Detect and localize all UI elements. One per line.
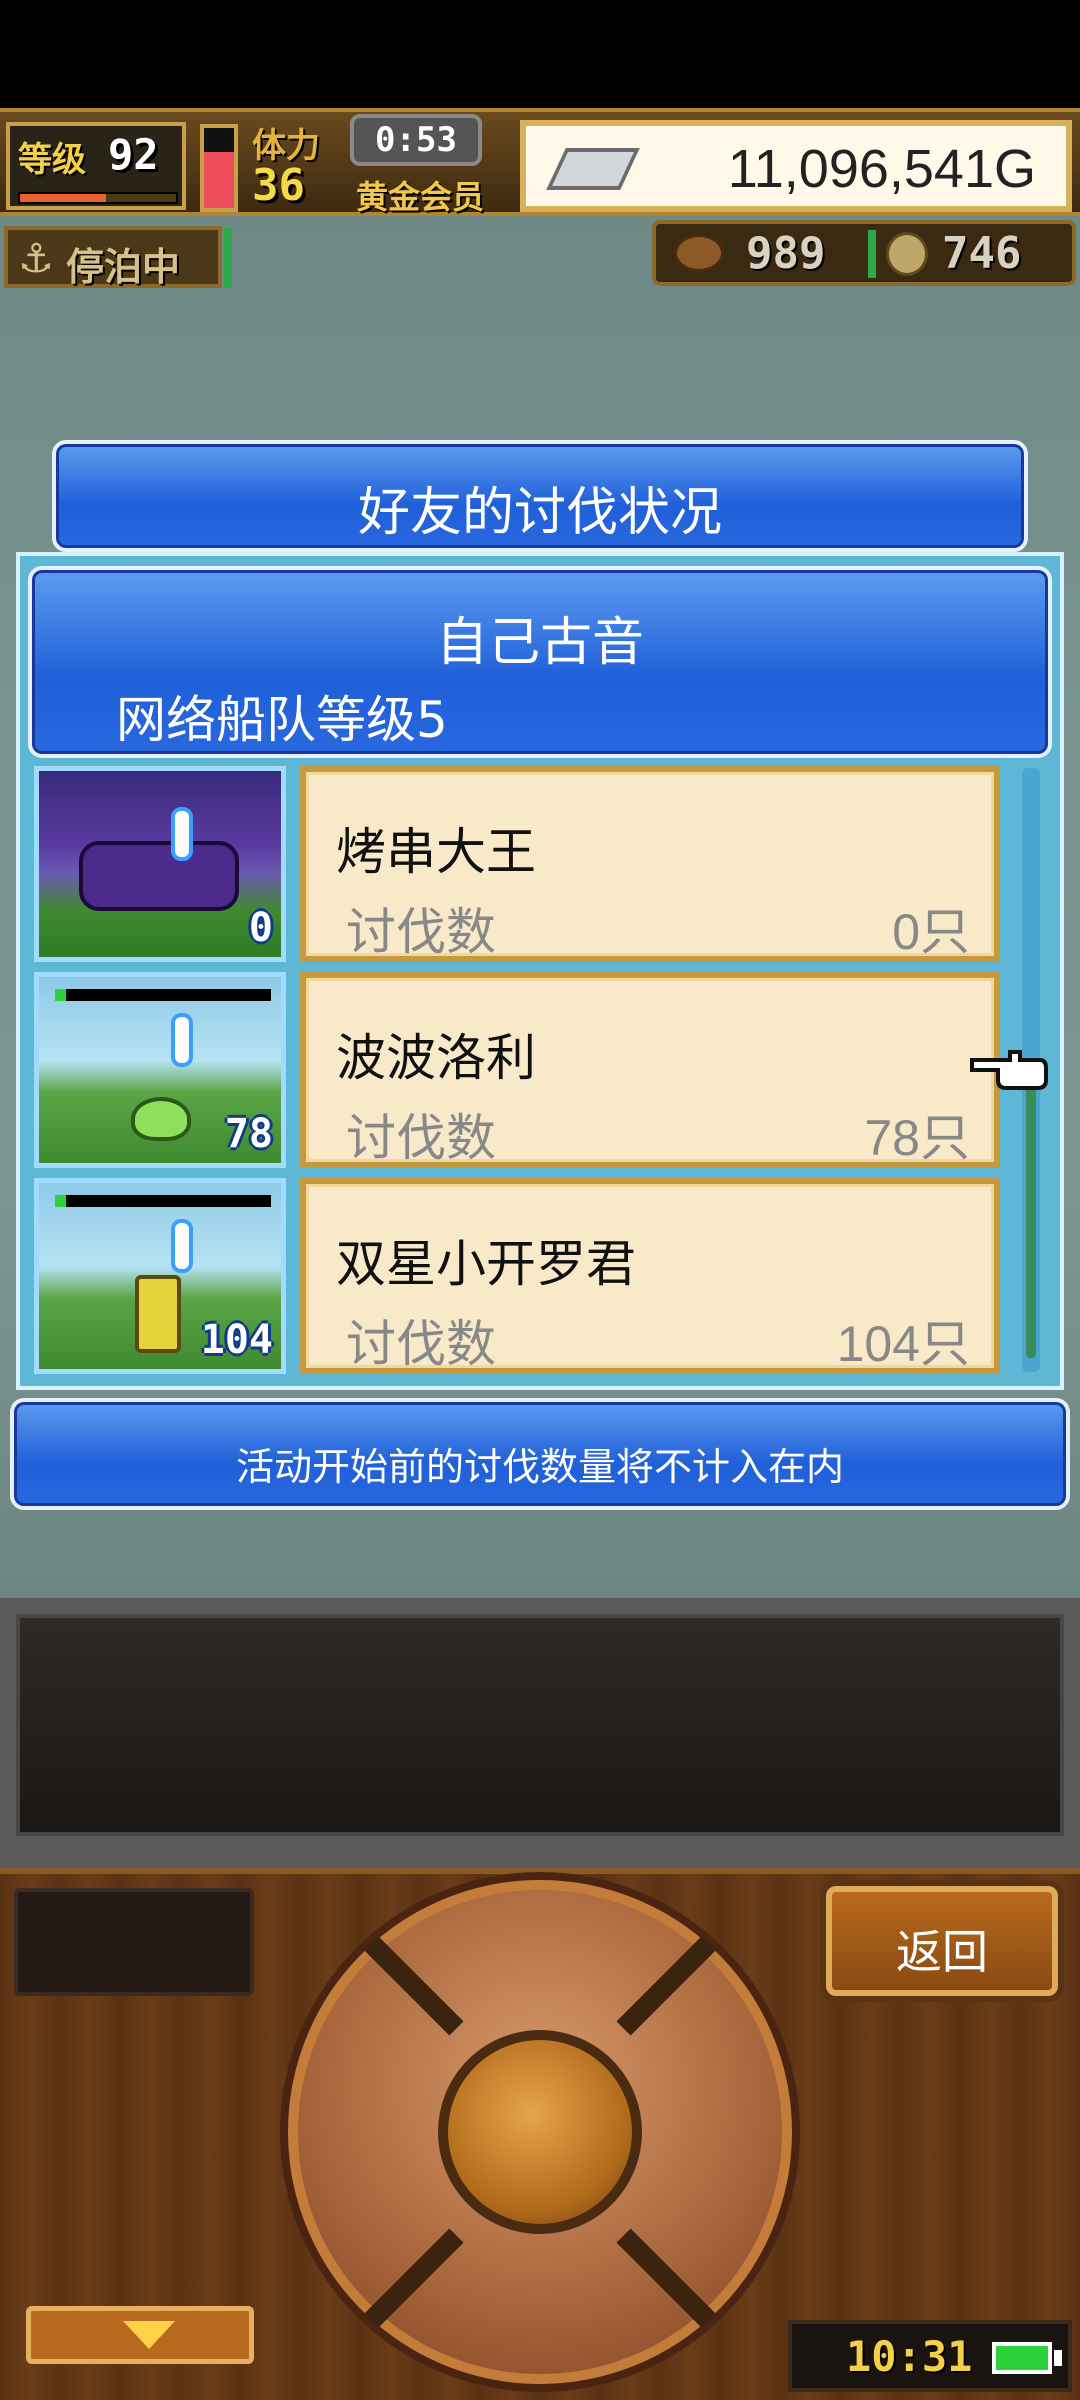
dpad-divider [364,1936,464,2036]
friend-name: 波波洛利 [336,1029,536,1087]
hp-bar [55,1195,271,1207]
defeat-count-label: 讨伐数 [346,1315,496,1373]
notice-banner: 活动开始前的讨伐数量将不计入在内 [10,1398,1070,1510]
thumbnail-count: 78 [224,1111,273,1157]
dialog-title-banner: 好友的讨伐状况 [52,440,1028,552]
anchor-label: 停泊中 [66,245,181,289]
hp-bar [55,989,271,1001]
back-button-label: 返回 [896,1925,988,1979]
meat-icon [674,234,724,272]
coin-icon [886,232,928,276]
thumbnail-count: 104 [200,1317,273,1363]
left-slot [14,1888,254,1996]
back-button[interactable]: 返回 [826,1886,1058,1996]
clock-panel: 10:31 [788,2320,1072,2392]
action-button[interactable] [438,2030,642,2234]
monster-sprite [79,841,239,911]
friend-info-card[interactable]: 波波洛利 讨伐数 78只 [300,972,1000,1168]
robot-sprite [135,1275,181,1353]
alert-marker-icon [171,807,193,861]
anchor-icon: ⚓ [18,236,54,282]
friend-info-card[interactable]: 烤串大王 讨伐数 0只 [300,766,1000,962]
level-progress-fill [20,194,106,202]
top-hud: 等级 92 体力 36 0:53 黄金会员 11,096,541G [0,108,1080,216]
list-item[interactable]: 0 烤串大王 讨伐数 0只 [30,764,1010,964]
alert-marker-icon [171,1219,193,1273]
menu-toggle-button[interactable] [26,2306,254,2364]
friend-thumbnail: 0 [34,766,286,962]
defeat-count-label: 讨伐数 [346,903,496,961]
battery-icon [992,2342,1052,2374]
level-progress-bar [18,192,178,204]
friend-thumbnail: 78 [34,972,286,1168]
chevron-down-icon [123,2321,175,2349]
direction-pad[interactable] [288,1880,792,2384]
list-item[interactable]: 104 双星小开罗君 讨伐数 104只 [30,1176,1010,1376]
resource1-value: 989 [746,228,826,279]
alert-marker-icon [171,1013,193,1067]
friend-info-card[interactable]: 双星小开罗君 讨伐数 104只 [300,1178,1000,1374]
dpad-divider [364,2228,464,2328]
stamina-gauge [200,124,238,212]
player-banner: 自己古音 网络船队等级5 [28,566,1052,758]
player-fleet-level: 网络船队等级5 [116,691,448,749]
defeat-count-label: 讨伐数 [346,1109,496,1167]
dpad-divider [616,2228,716,2328]
friend-list[interactable]: 0 烤串大王 讨伐数 0只 78 波波洛利 讨伐数 78只 104 双星小开罗君 [30,764,1010,1382]
friend-name: 烤串大王 [336,823,536,881]
defeat-count-value: 78只 [864,1110,970,1166]
slime-sprite [131,1097,191,1141]
thumbnail-count: 0 [248,905,273,951]
friend-name: 双星小开罗君 [336,1235,636,1293]
money-value: 11,096,541G [727,139,1036,199]
battery-tip [1054,2350,1062,2366]
pointing-hand-icon [970,1050,1048,1090]
notice-text: 活动开始前的讨伐数量将不计入在内 [235,1445,844,1489]
money-panel: 11,096,541G [520,120,1072,212]
anchor-status: ⚓ 停泊中 [4,226,222,289]
dialog-title: 好友的讨伐状况 [357,483,722,543]
silver-bar-icon [546,148,640,190]
resource-panel: 989 746 [652,220,1076,286]
recovery-timer: 0:53 [350,114,482,166]
friend-thumbnail: 104 [34,1178,286,1374]
clock-time: 10:31 [846,2332,973,2381]
level-value: 92 [108,130,159,179]
hp-bar-fill [55,989,66,1001]
list-item[interactable]: 78 波波洛利 讨伐数 78只 [30,970,1010,1170]
hp-bar-fill [55,1195,66,1207]
dpad-divider [616,1936,716,2036]
resource-separator [868,230,876,278]
level-label: 等级 [18,140,86,180]
resource2-value: 746 [942,228,1022,279]
member-badge: 黄金会员 [356,178,485,216]
player-name: 自己古音 [435,613,644,673]
anchor-indicator [224,228,232,288]
defeat-count-value: 104只 [836,1316,970,1372]
message-box [16,1614,1064,1836]
level-panel: 等级 92 [6,122,186,210]
scrollbar-thumb[interactable] [1026,1068,1036,1358]
stamina-fill [204,152,234,208]
defeat-count-value: 0只 [892,904,970,960]
status-bar [0,0,1080,108]
stamina-value: 36 [252,160,305,211]
